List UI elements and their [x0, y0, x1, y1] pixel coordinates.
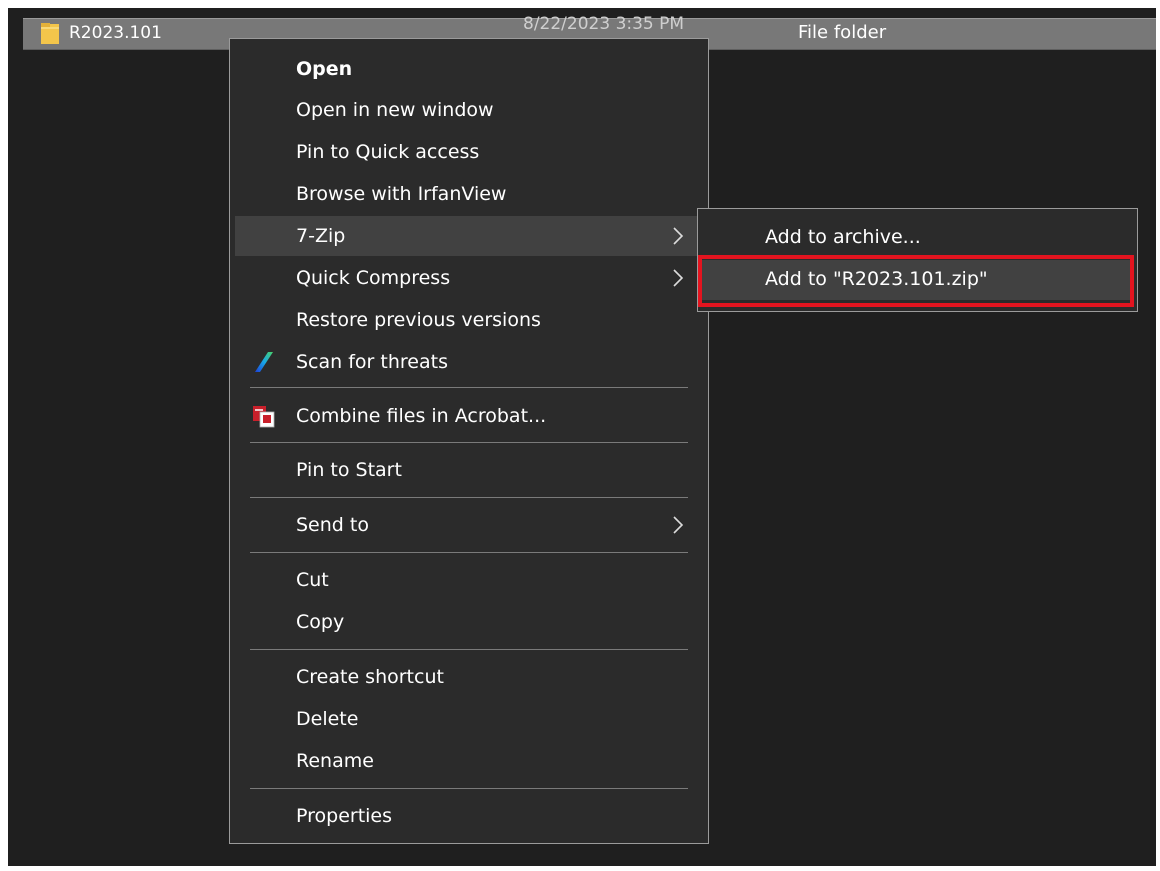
acrobat-combine-icon — [253, 406, 275, 428]
menu-item-open[interactable]: Open — [235, 49, 703, 89]
menu-item-pin-start[interactable]: Pin to Start — [235, 450, 703, 490]
menu-item-open-new-window[interactable]: Open in new window — [235, 90, 703, 130]
menu-separator — [250, 387, 688, 388]
menu-item-label: Copy — [296, 611, 345, 633]
file-type: File folder — [798, 22, 887, 43]
menu-item-label: Cut — [296, 569, 329, 591]
menu-item-scan-threats[interactable]: Scan for threats — [235, 342, 703, 382]
menu-item-create-shortcut[interactable]: Create shortcut — [235, 657, 703, 697]
menu-item-label: Pin to Start — [296, 459, 402, 481]
menu-item-send-to[interactable]: Send to — [235, 505, 703, 545]
menu-item-label: Combine files in Acrobat... — [296, 405, 547, 427]
menu-item-label: Scan for threats — [296, 351, 448, 373]
red-highlight-annotation — [698, 255, 1134, 307]
menu-separator — [250, 497, 688, 498]
menu-item-label: Quick Compress — [296, 267, 451, 289]
scan-threats-icon — [255, 352, 273, 372]
menu-separator — [250, 552, 688, 553]
menu-separator — [250, 442, 688, 443]
menu-separator — [250, 788, 688, 789]
menu-item-7zip[interactable]: 7-Zip — [235, 216, 703, 256]
7zip-submenu: Add to archive... Add to "R2023.101.zip" — [697, 208, 1138, 312]
menu-item-label: Restore previous versions — [296, 309, 541, 331]
menu-item-label: Create shortcut — [296, 666, 444, 688]
menu-item-properties[interactable]: Properties — [235, 796, 703, 836]
chevron-right-icon — [673, 269, 684, 287]
menu-item-label: Browse with IrfanView — [296, 183, 507, 205]
menu-item-copy[interactable]: Copy — [235, 602, 703, 642]
menu-item-restore-versions[interactable]: Restore previous versions — [235, 300, 703, 340]
menu-item-label: Pin to Quick access — [296, 141, 480, 163]
menu-item-label: 7-Zip — [296, 225, 346, 247]
menu-separator — [250, 649, 688, 650]
menu-item-label: Delete — [296, 708, 359, 730]
menu-item-cut[interactable]: Cut — [235, 560, 703, 600]
submenu-item-add-to-archive[interactable]: Add to archive... — [702, 218, 1133, 258]
chevron-right-icon — [673, 227, 684, 245]
menu-item-label: Open in new window — [296, 99, 494, 121]
menu-item-label: Rename — [296, 750, 374, 772]
chevron-right-icon — [673, 516, 684, 534]
menu-item-pin-quick-access[interactable]: Pin to Quick access — [235, 132, 703, 172]
menu-item-rename[interactable]: Rename — [235, 741, 703, 781]
menu-item-label: Send to — [296, 514, 369, 536]
menu-item-combine-acrobat[interactable]: Combine files in Acrobat... — [235, 396, 703, 436]
file-date-modified: 8/22/2023 3:35 PM — [523, 14, 685, 34]
menu-item-delete[interactable]: Delete — [235, 699, 703, 739]
file-name: R2023.101 — [69, 23, 162, 43]
folder-icon — [41, 23, 59, 44]
submenu-item-label: Add to archive... — [765, 226, 921, 248]
menu-item-label: Open — [296, 58, 353, 80]
menu-item-label: Properties — [296, 805, 393, 827]
menu-item-quick-compress[interactable]: Quick Compress — [235, 258, 703, 298]
context-menu: Open Open in new window Pin to Quick acc… — [229, 38, 709, 844]
menu-item-browse-irfanview[interactable]: Browse with IrfanView — [235, 174, 703, 214]
